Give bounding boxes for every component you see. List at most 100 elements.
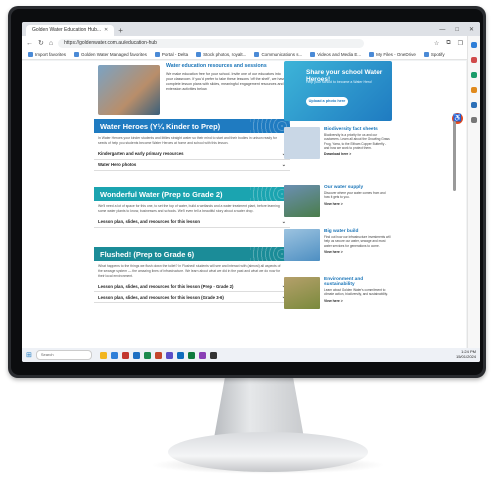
screen: Golden Water Education Hub... ✕ + — □ ✕ … bbox=[22, 22, 480, 362]
games-icon[interactable] bbox=[471, 72, 477, 78]
card-title: Our water supply bbox=[324, 185, 364, 190]
card-title: Biodiversity fact sheets bbox=[324, 127, 378, 132]
app-icon[interactable] bbox=[187, 351, 195, 359]
section-wonderful-water: Wonderful Water (Prep to Grade 2) We'll … bbox=[94, 187, 290, 228]
file-explorer-icon[interactable] bbox=[99, 351, 107, 359]
window-controls: — □ ✕ bbox=[439, 24, 480, 36]
upload-photo-button[interactable]: Upload a photo here bbox=[306, 97, 348, 106]
accordion-item[interactable]: Water Hero photos ⌄ bbox=[94, 160, 290, 171]
share-subtitle: Help your school to become a Water Hero! bbox=[306, 80, 373, 84]
card-link[interactable]: View here > bbox=[324, 202, 392, 206]
home-icon[interactable]: ⌂ bbox=[49, 40, 53, 47]
share-banner: Share your school Water Heroes! Help you… bbox=[284, 61, 392, 121]
card-image bbox=[284, 277, 320, 309]
accordion-item[interactable]: Kindergarten and early primary resources… bbox=[94, 149, 290, 160]
section-water-heroes: Water Heroes (Y¼ Kinder to Prep) In Wate… bbox=[94, 119, 290, 171]
card-image bbox=[284, 229, 320, 261]
section-flushed: Flushed! (Prep to Grade 6) What happens … bbox=[94, 247, 290, 304]
page-scrollbar[interactable] bbox=[453, 121, 456, 191]
extensions-icon[interactable]: ⧉ bbox=[446, 40, 450, 47]
card-text: Environment and sustainability Learn abo… bbox=[324, 277, 392, 303]
bookmark-icon bbox=[74, 52, 80, 57]
tab-title: Golden Water Education Hub... bbox=[32, 27, 102, 33]
card-text: Our water supply Discover where your wat… bbox=[324, 185, 392, 206]
card-title: Big water build bbox=[324, 229, 359, 234]
minimize-icon[interactable]: — bbox=[439, 24, 445, 36]
taskbar-search[interactable]: Search bbox=[35, 350, 92, 360]
section-banner: Wonderful Water (Prep to Grade 2) bbox=[94, 187, 290, 201]
accordion-item[interactable]: Lesson plan, slides, and resources for t… bbox=[94, 292, 290, 304]
bookmark-item[interactable]: Import favorites bbox=[28, 52, 66, 57]
bookmark-item[interactable]: Communications s... bbox=[254, 52, 302, 57]
accordion-item[interactable]: Lesson plan, slides, and resources for t… bbox=[94, 217, 290, 228]
section-description: We'll need a lot of space for this one, … bbox=[98, 204, 280, 213]
card-description: Learn about Golden Water's commitment to… bbox=[324, 288, 388, 297]
office-icon[interactable] bbox=[471, 87, 477, 93]
resource-card: Biodiversity fact sheets Biodiversity is… bbox=[284, 125, 392, 171]
refresh-icon[interactable]: ↻ bbox=[38, 39, 44, 47]
card-text: Biodiversity fact sheets Biodiversity is… bbox=[324, 127, 392, 156]
outlook-icon[interactable] bbox=[176, 351, 184, 359]
close-window-icon[interactable]: ✕ bbox=[469, 24, 474, 36]
monitor-stand-neck bbox=[214, 378, 304, 438]
card-image bbox=[284, 127, 320, 159]
card-description: Discover where your water comes from and… bbox=[324, 191, 386, 200]
word-icon[interactable] bbox=[132, 351, 140, 359]
taskbar-clock[interactable]: 1:24 PM 15/01/2024 bbox=[456, 349, 476, 360]
bookmark-item[interactable]: My Files - OneDrive bbox=[369, 52, 416, 57]
bookmark-icon bbox=[369, 52, 375, 57]
hero-section: Water education resources and sessions W… bbox=[94, 61, 290, 117]
card-text: Big water build Find out how our infrast… bbox=[324, 229, 392, 254]
maximize-icon[interactable]: □ bbox=[455, 24, 459, 36]
url-input[interactable]: https://goldenwater.com.au/education-hub bbox=[58, 38, 365, 48]
back-icon[interactable]: ← bbox=[26, 40, 33, 47]
tools-icon[interactable] bbox=[471, 57, 477, 63]
bookmark-item[interactable]: Golden Water Managed favorites bbox=[74, 52, 147, 57]
card-title: Environment and sustainability bbox=[324, 277, 364, 287]
section-description: In Water Heroes your kinder students and… bbox=[98, 136, 277, 145]
bookmark-item[interactable]: Portal - Delta bbox=[154, 52, 188, 57]
accordion-item[interactable]: Lesson plan, slides, and resources for t… bbox=[94, 281, 290, 293]
onenote-icon[interactable] bbox=[198, 351, 206, 359]
section-banner: Flushed! (Prep to Grade 6) bbox=[94, 247, 290, 261]
card-description: Biodiversity is a priority for us and ou… bbox=[324, 133, 390, 150]
outlook-icon[interactable] bbox=[471, 102, 477, 108]
bookmark-item[interactable]: Videos and Media E... bbox=[310, 52, 361, 57]
card-link[interactable]: View here > bbox=[324, 250, 392, 254]
taskbar-apps bbox=[99, 351, 217, 359]
classroom-photo bbox=[98, 65, 160, 115]
card-description: Find out how our infrastructure investme… bbox=[324, 235, 391, 248]
powerpoint-icon[interactable] bbox=[154, 351, 162, 359]
bookmark-icon bbox=[254, 52, 260, 57]
hero-title: Water education resources and sessions bbox=[166, 63, 267, 69]
card-link[interactable]: View here > bbox=[324, 299, 392, 303]
search-icon[interactable] bbox=[471, 42, 477, 48]
add-icon[interactable] bbox=[471, 117, 477, 123]
bookmark-item[interactable]: Spotify bbox=[423, 52, 445, 57]
favorite-star-icon[interactable]: ☆ bbox=[434, 40, 439, 47]
monitor-bezel: Golden Water Education Hub... ✕ + — □ ✕ … bbox=[8, 6, 486, 378]
bookmark-icon bbox=[196, 52, 202, 57]
section-banner: Water Heroes (Y¼ Kinder to Prep) bbox=[94, 119, 290, 133]
close-tab-icon[interactable]: ✕ bbox=[104, 25, 108, 36]
excel-icon[interactable] bbox=[143, 351, 151, 359]
bookmark-item[interactable]: Stock photos, royalt... bbox=[196, 52, 246, 57]
app-icon[interactable] bbox=[209, 351, 217, 359]
teams-icon[interactable] bbox=[165, 351, 173, 359]
bookmark-icon bbox=[154, 52, 160, 57]
web-page: Water education resources and sessions W… bbox=[22, 61, 466, 348]
monitor-stand-base bbox=[168, 432, 368, 472]
app-icon[interactable] bbox=[121, 351, 129, 359]
edge-icon[interactable] bbox=[110, 351, 118, 359]
new-tab-icon[interactable]: + bbox=[118, 25, 123, 36]
bookmarks-bar: Import favorites Golden Water Managed fa… bbox=[22, 50, 480, 60]
collections-icon[interactable]: ❐ bbox=[458, 40, 463, 47]
resource-card: Our water supply Discover where your wat… bbox=[284, 183, 392, 229]
tab-active[interactable]: Golden Water Education Hub... ✕ bbox=[26, 25, 115, 36]
bookmark-icon bbox=[28, 52, 33, 57]
hero-paragraph: We make education free for your school. … bbox=[166, 72, 286, 91]
section-description: What happens to the things we flush down… bbox=[98, 264, 281, 278]
start-icon[interactable]: ⊞ bbox=[26, 351, 32, 359]
taskbar-left: ⊞ Search bbox=[26, 350, 92, 360]
card-link[interactable]: Download here > bbox=[324, 152, 392, 156]
